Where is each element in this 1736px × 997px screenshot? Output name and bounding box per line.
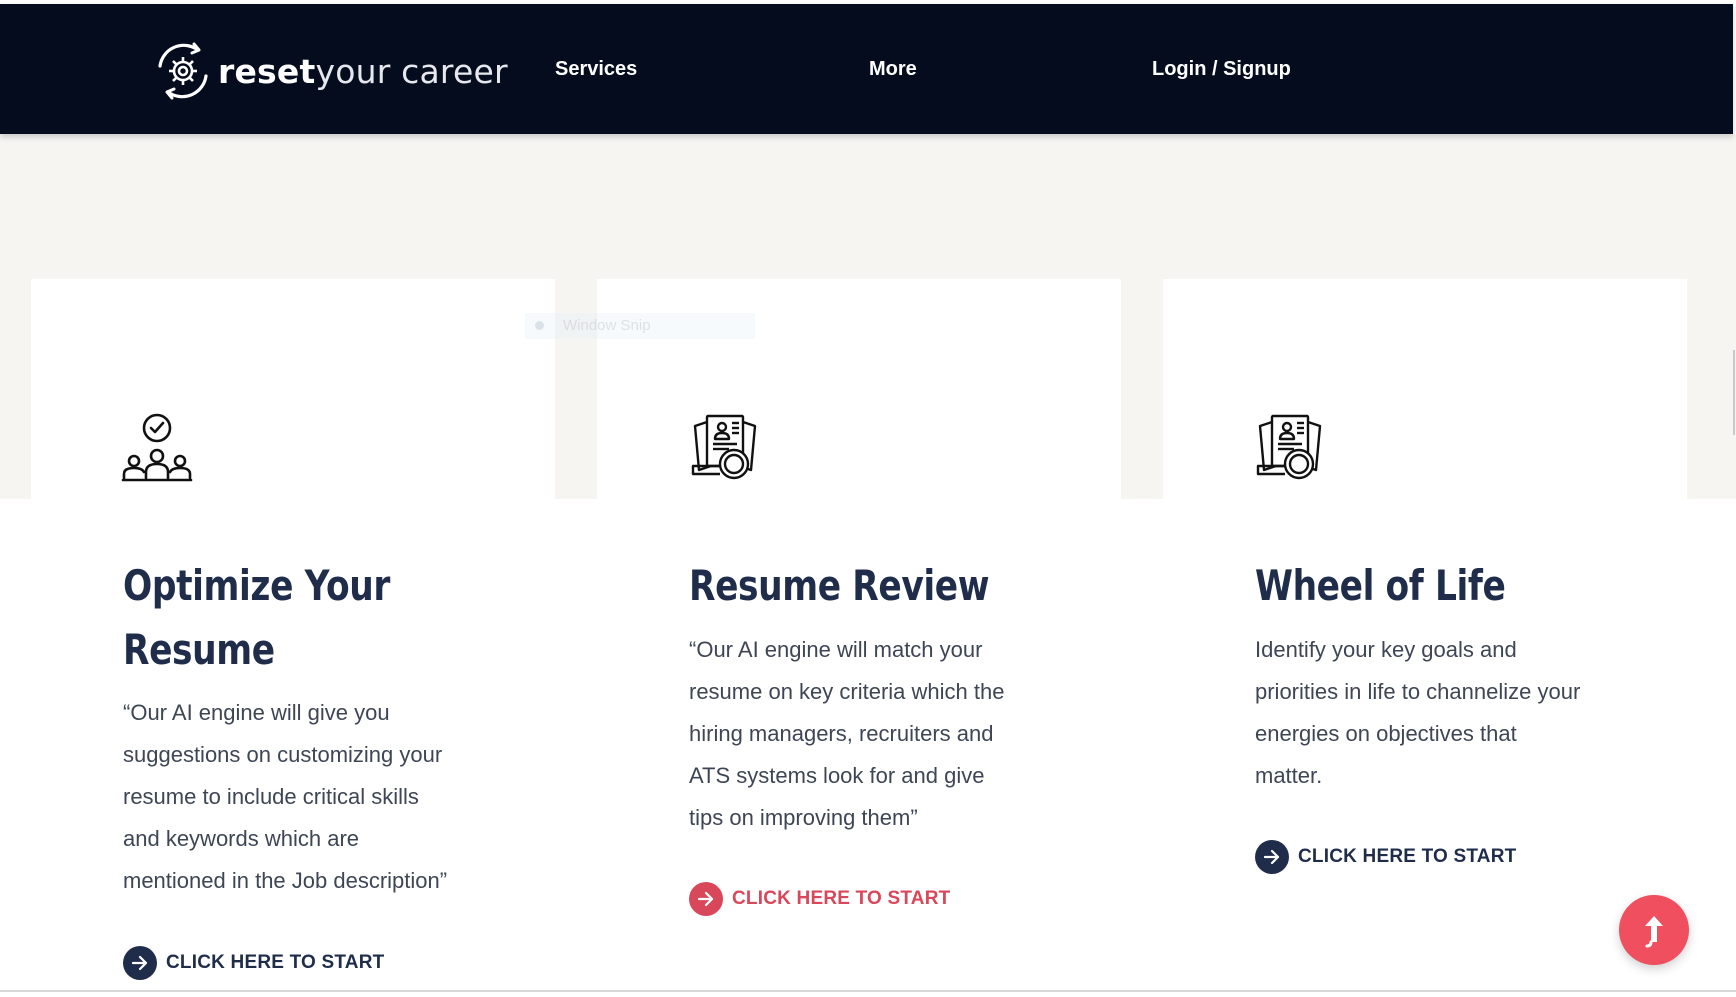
cta-optimize-resume[interactable]: CLICK HERE TO START — [123, 946, 384, 980]
desc-line: matter. — [1255, 763, 1323, 788]
resume-search-icon — [1256, 414, 1322, 480]
arrow-right-icon — [689, 882, 723, 916]
resume-search-icon — [691, 414, 757, 480]
desc-line: resume to include critical skills — [123, 784, 419, 809]
nav-services[interactable]: Services — [555, 58, 637, 81]
service-card-wheel-of-life — [1163, 279, 1687, 499]
card-title-line: Wheel of Life — [1255, 561, 1506, 610]
cta-resume-review[interactable]: CLICK HERE TO START — [689, 882, 950, 916]
desc-line: energies on objectives that — [1255, 721, 1517, 746]
card-title-optimize: Optimize Your Resume — [123, 554, 549, 682]
desc-line: Identify your key goals and — [1255, 637, 1517, 662]
arrow-right-icon — [123, 946, 157, 980]
desc-line: tips on improving them” — [689, 805, 918, 830]
card-description-resume-review: “Our AI engine will match your resume on… — [689, 629, 1049, 839]
desc-line: and keywords which are — [123, 826, 360, 851]
arrow-up-icon — [1645, 916, 1663, 948]
brand-name-rest: your career — [315, 51, 508, 91]
cta-label: CLICK HERE TO START — [732, 888, 951, 909]
card-title-line: Resume Review — [689, 561, 990, 610]
card-description-optimize: “Our AI engine will give you suggestions… — [123, 692, 483, 902]
brand-name-bold: reset — [218, 51, 316, 91]
card-title-resume-review: Resume Review — [689, 554, 1115, 618]
desc-line: hiring managers, recruiters and — [689, 721, 994, 746]
scrollbar-edge — [1733, 350, 1735, 435]
card-title-wheel-of-life: Wheel of Life — [1255, 554, 1681, 618]
nav-more[interactable]: More — [869, 58, 917, 81]
desc-line: suggestions on customizing your — [123, 742, 443, 767]
desc-line: mentioned in the Job description” — [123, 868, 448, 893]
cta-label: CLICK HERE TO START — [166, 952, 385, 973]
card-title-line: Resume — [123, 625, 275, 674]
nav-login-signup[interactable]: Login / Signup — [1152, 58, 1291, 81]
arrow-right-icon — [1255, 840, 1289, 874]
brand-name: resetyour career — [218, 52, 508, 91]
desc-line: “Our AI engine will match your — [689, 637, 983, 662]
card-description-wheel-of-life: Identify your key goals and priorities i… — [1255, 629, 1635, 797]
card-title-line: Optimize Your — [123, 561, 390, 610]
cta-wheel-of-life[interactable]: CLICK HERE TO START — [1255, 840, 1516, 874]
cta-label: CLICK HERE TO START — [1298, 846, 1517, 867]
desc-line: priorities in life to channelize your — [1255, 679, 1581, 704]
brand-logo[interactable]: resetyour career — [152, 36, 508, 106]
window-snip-overlay: Window Snip — [525, 313, 755, 339]
service-card-resume-review — [597, 279, 1121, 499]
scroll-to-top-button[interactable] — [1619, 895, 1689, 965]
snip-dot-icon — [535, 321, 544, 330]
gear-refresh-icon — [158, 42, 208, 100]
team-check-icon — [121, 413, 193, 482]
service-card-optimize — [31, 279, 555, 499]
page-bottom-border — [0, 990, 1736, 992]
desc-line: “Our AI engine will give you — [123, 700, 390, 725]
desc-line: ATS systems look for and give — [689, 763, 985, 788]
snip-label: Window Snip — [563, 317, 651, 334]
desc-line: resume on key criteria which the — [689, 679, 1005, 704]
top-navbar: resetyour career Services More Login / S… — [0, 4, 1733, 134]
